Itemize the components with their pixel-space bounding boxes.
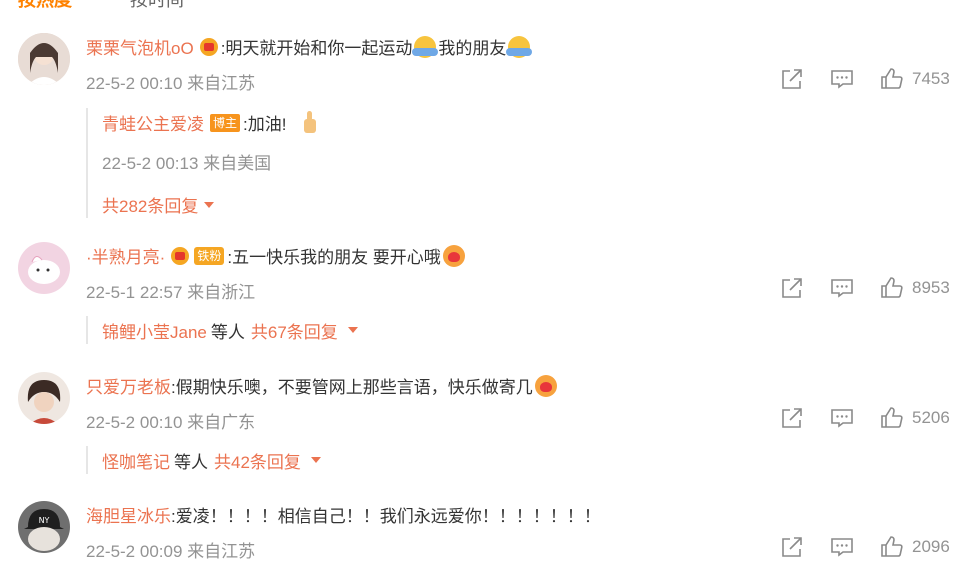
avatar[interactable]: NY xyxy=(18,501,70,553)
comment-meta: 22-5-2 00:10 来自江苏 xyxy=(86,74,256,93)
comment-line: ·半熟月亮· 铁粉 :五一快乐我的朋友 要开心哦 xyxy=(86,243,467,268)
comment-text: :爱凌！！！！相信自己！！我们永远爱你！！！！！！！ xyxy=(171,507,601,526)
more-replies-label: 共282条回复 xyxy=(102,197,199,216)
reply-summary-name[interactable]: 怪咖笔记 xyxy=(102,448,170,473)
share-icon[interactable] xyxy=(780,276,804,300)
like-count: 2096 xyxy=(912,537,950,556)
sub-replies: 青蛙公主爱凌 博主 :加油! 22-5-2 00:13 来自美国 共282条回复 xyxy=(86,108,320,218)
reply-text: :加油! xyxy=(243,115,287,134)
more-replies-link[interactable]: 共282条回复 xyxy=(102,192,320,217)
hug-emoji-icon xyxy=(412,35,439,58)
tab-hot[interactable]: 按热度 xyxy=(18,0,72,12)
comment-icon[interactable] xyxy=(830,535,854,559)
svg-text:NY: NY xyxy=(39,516,50,525)
like-count: 8953 xyxy=(912,278,950,297)
fan-badge-icon xyxy=(171,246,190,265)
username[interactable]: 只爱万老板 xyxy=(86,373,171,398)
avatar[interactable] xyxy=(18,372,70,424)
comment-line: 海胆星冰乐 :爱凌！！！！相信自己！！我们永远爱你！！！！！！！ xyxy=(86,502,601,527)
sub-reply: 青蛙公主爱凌 博主 :加油! xyxy=(102,110,320,135)
fan-badge-icon xyxy=(199,37,218,56)
like-icon[interactable] xyxy=(880,276,904,300)
avatar[interactable] xyxy=(18,33,70,85)
caret-down-icon xyxy=(347,327,358,333)
comment-line: 栗栗气泡机oO :明天就开始和你一起运动 我的朋友 xyxy=(86,34,533,59)
like-count: 7453 xyxy=(912,69,950,88)
comment-actions: 8953 xyxy=(780,276,950,300)
reply-summary-mid: 等人 xyxy=(174,452,208,472)
share-icon[interactable] xyxy=(780,67,804,91)
comment-actions: 5206 xyxy=(780,406,950,430)
comment-icon[interactable] xyxy=(830,67,854,91)
comment-text: :五一快乐我的朋友 要开心哦 xyxy=(227,248,441,267)
tab-time[interactable]: 按时间 xyxy=(130,0,184,12)
caret-down-icon xyxy=(310,457,321,463)
reply-meta: 22-5-2 00:13 来自美国 xyxy=(102,154,272,173)
reply-summary[interactable]: 锦鲤小莹Jane 等人 共67条回复 xyxy=(86,316,358,344)
comment-actions: 2096 xyxy=(780,535,950,559)
comment-actions: 7453 xyxy=(780,67,950,91)
thumbs-up-emoji-icon xyxy=(300,110,320,135)
avatar[interactable] xyxy=(18,242,70,294)
iron-fan-badge: 铁粉 xyxy=(194,246,225,265)
comment-icon[interactable] xyxy=(830,276,854,300)
reply-summary[interactable]: 怪咖笔记 等人 共42条回复 xyxy=(86,446,321,474)
reply-summary-mid: 等人 xyxy=(210,322,245,342)
like-icon[interactable] xyxy=(880,406,904,430)
comment-meta: 22-5-1 22:57 来自浙江 xyxy=(86,283,256,302)
like-count: 5206 xyxy=(912,408,950,427)
username[interactable]: ·半熟月亮· xyxy=(86,243,165,268)
username[interactable]: 海胆星冰乐 xyxy=(86,502,171,527)
comment-text: :明天就开始和你一起运动 xyxy=(220,39,413,58)
author-badge: 博主 xyxy=(210,113,241,132)
heart-emoji-icon xyxy=(534,374,557,397)
username[interactable]: 栗栗气泡机oO xyxy=(86,34,194,59)
hug-emoji-icon xyxy=(506,35,533,58)
reply-username[interactable]: 青蛙公主爱凌 xyxy=(102,110,204,135)
share-icon[interactable] xyxy=(780,535,804,559)
sort-tabs: 按热度 按时间 xyxy=(0,0,975,10)
reply-summary-name[interactable]: 锦鲤小莹Jane xyxy=(102,318,207,343)
share-icon[interactable] xyxy=(780,406,804,430)
comment-line: 只爱万老板 :假期快乐噢，不要管网上那些言语，快乐做寄几 xyxy=(86,373,559,398)
comment-meta: 22-5-2 00:10 来自广东 xyxy=(86,413,256,432)
reply-summary-count[interactable]: 共67条回复 xyxy=(251,318,338,343)
like-icon[interactable] xyxy=(880,67,904,91)
comment-text: :假期快乐噢，不要管网上那些言语，快乐做寄几 xyxy=(171,378,533,397)
comment-meta: 22-5-2 00:09 来自江苏 xyxy=(86,542,256,561)
heart-emoji-icon xyxy=(442,244,465,267)
caret-down-icon xyxy=(204,201,215,208)
like-icon[interactable] xyxy=(880,535,904,559)
comment-text-2: 我的朋友 xyxy=(438,39,507,58)
comment-icon[interactable] xyxy=(830,406,854,430)
reply-summary-count[interactable]: 共42条回复 xyxy=(214,448,301,473)
